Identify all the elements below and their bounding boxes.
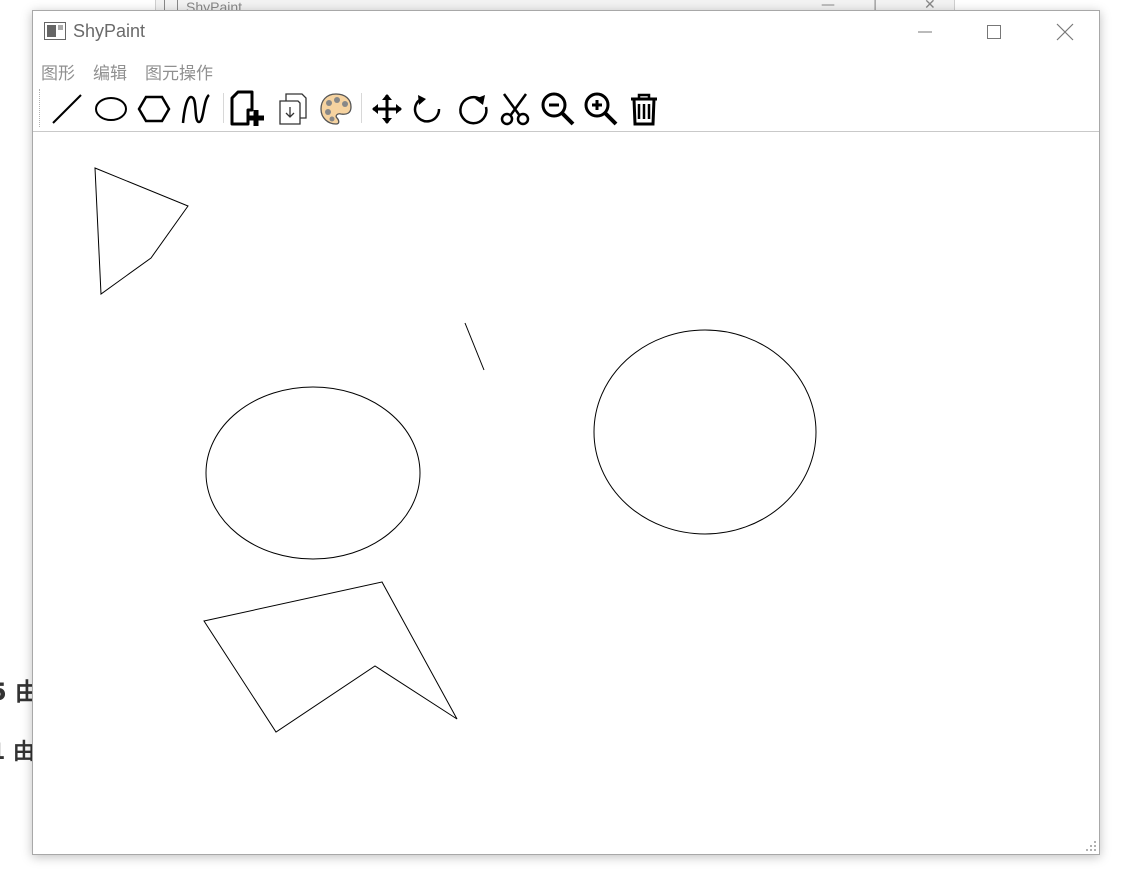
move-tool-button[interactable] (368, 90, 406, 128)
menu-primitive-ops[interactable]: 图元操作 (145, 59, 213, 84)
new-canvas-icon (230, 90, 264, 126)
color-palette-button[interactable] (317, 90, 355, 128)
close-button[interactable] (1031, 11, 1099, 53)
zoom-in-button[interactable] (582, 90, 620, 128)
scissors-icon (500, 93, 530, 126)
zoom-out-button[interactable] (539, 90, 577, 128)
polygon-icon (137, 95, 171, 123)
title-bar[interactable]: ShyPaint (33, 11, 1099, 53)
maximize-button[interactable] (960, 11, 1028, 53)
shape-line[interactable] (464, 322, 485, 371)
rotate-left-icon (413, 95, 441, 123)
close-icon (1056, 23, 1074, 41)
toolbar-grip[interactable] (39, 89, 41, 127)
window-title: ShyPaint (73, 21, 146, 41)
palette-icon (320, 93, 352, 125)
shape-ellipse[interactable] (205, 386, 421, 560)
background-text: 1 由 (0, 740, 35, 765)
app-icon (44, 22, 66, 40)
minimize-icon (918, 31, 932, 33)
trash-icon (631, 93, 657, 126)
curve-icon (181, 94, 210, 124)
maximize-icon (987, 25, 1001, 39)
resize-grip-icon[interactable] (1085, 840, 1097, 852)
rotate-left-button[interactable] (410, 90, 448, 128)
minimize-button[interactable] (891, 11, 959, 53)
save-button[interactable] (274, 90, 312, 128)
menu-edit[interactable]: 编辑 (93, 59, 127, 84)
shape-ellipse[interactable] (593, 329, 817, 535)
line-icon (52, 94, 82, 124)
rotate-right-button[interactable] (453, 90, 491, 128)
toolbar-separator (223, 93, 224, 123)
curve-tool-button[interactable] (177, 90, 215, 128)
save-icon (279, 93, 307, 125)
clip-tool-button[interactable] (496, 90, 534, 128)
delete-button[interactable] (625, 90, 663, 128)
zoom-out-icon (541, 92, 575, 126)
move-icon (372, 94, 402, 124)
shape-polygon[interactable] (94, 167, 189, 295)
zoom-in-icon (584, 92, 618, 126)
line-tool-button[interactable] (48, 90, 86, 128)
polygon-tool-button[interactable] (135, 90, 173, 128)
ellipse-icon (95, 97, 127, 121)
menu-shapes[interactable]: 图形 (41, 59, 75, 84)
new-canvas-button[interactable] (228, 90, 266, 128)
menu-bar: 图形 编辑 图元操作 (33, 57, 1099, 84)
rotate-right-icon (459, 95, 488, 125)
drawing-canvas[interactable] (33, 131, 1099, 854)
toolbar-separator (361, 93, 362, 123)
toolbar (33, 85, 1099, 132)
ellipse-tool-button[interactable] (92, 90, 130, 128)
shape-polygon[interactable] (203, 581, 458, 733)
shypaint-window: ShyPaint 图形 编辑 图元操作 (32, 10, 1100, 855)
